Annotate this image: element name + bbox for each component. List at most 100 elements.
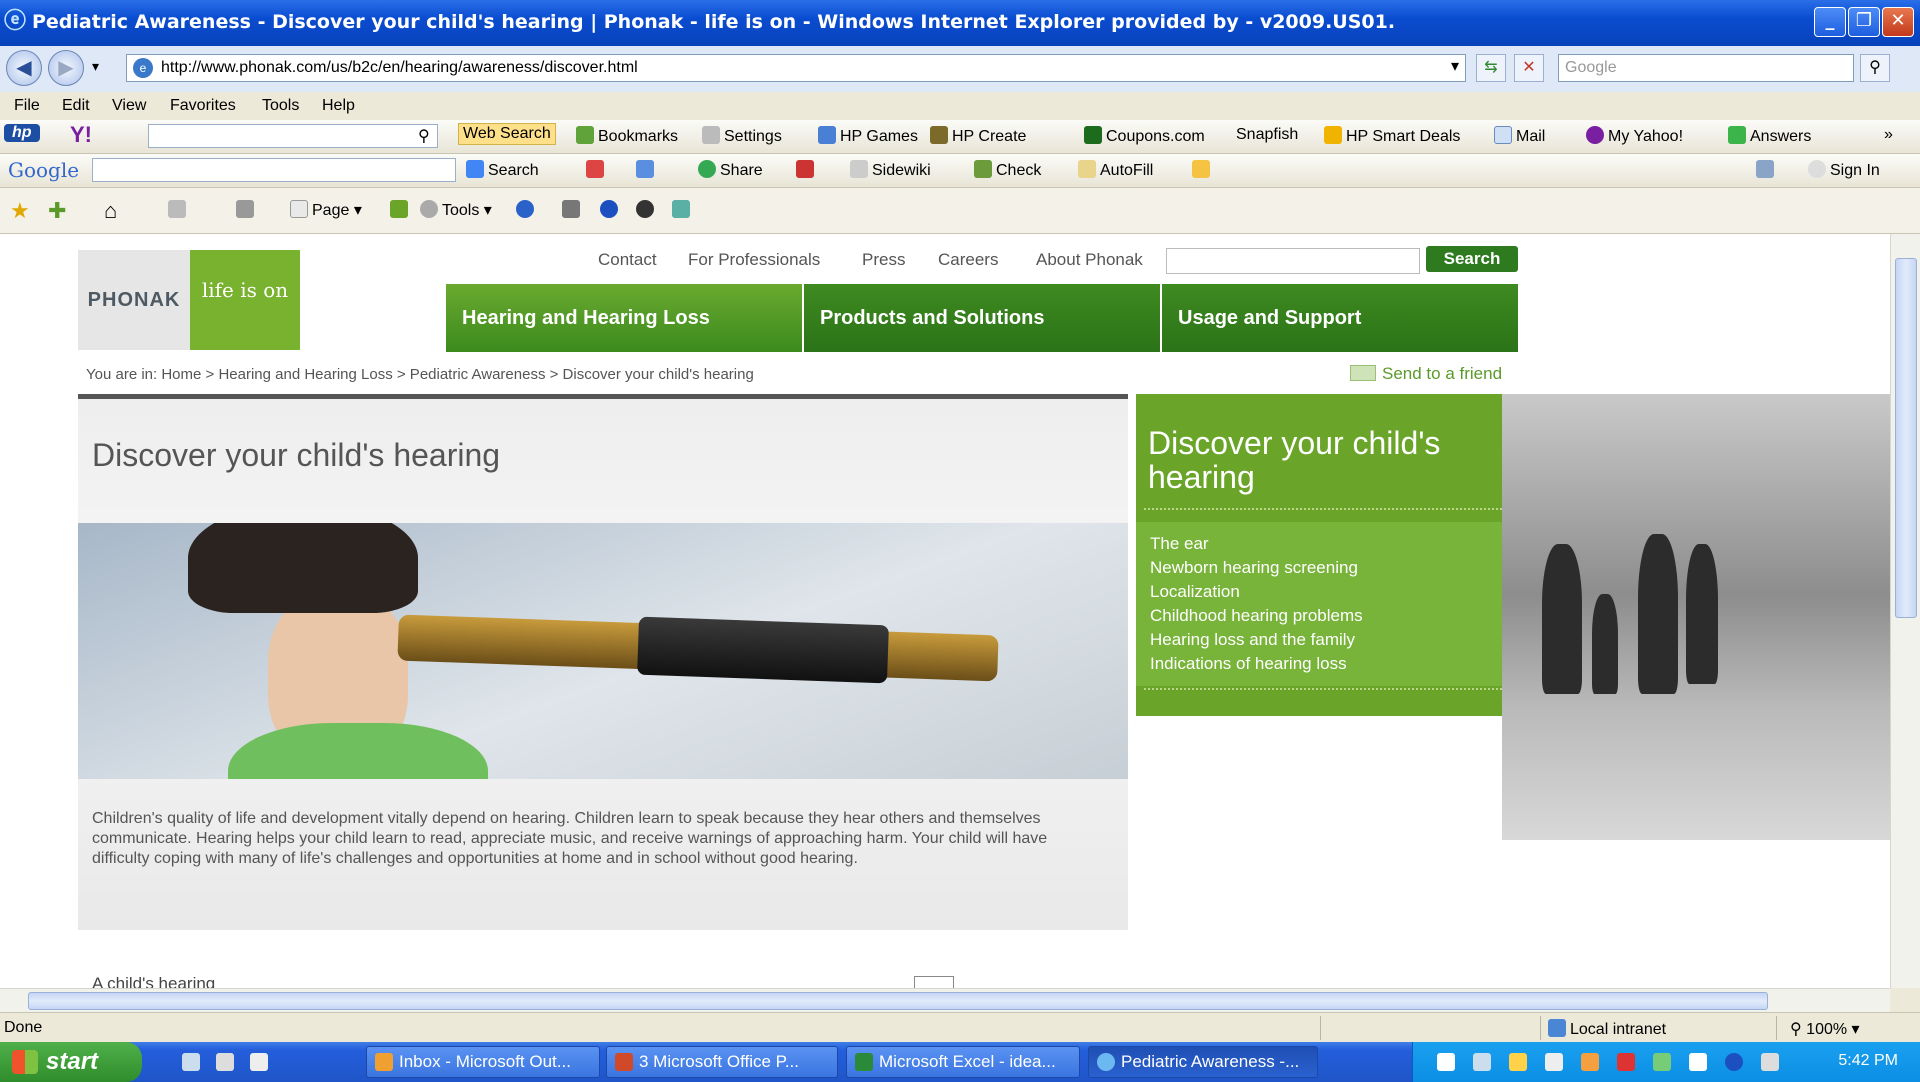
task-ie[interactable]: Pediatric Awareness -...: [1088, 1046, 1318, 1078]
signal-icon[interactable]: [1653, 1053, 1671, 1071]
research-tool-icon[interactable]: [562, 200, 584, 220]
google-logo[interactable]: Google: [8, 158, 79, 182]
refresh-icon[interactable]: ⇆: [1476, 54, 1506, 82]
spell-check-button[interactable]: Check: [974, 160, 1041, 180]
tray-icon[interactable]: [1581, 1053, 1599, 1071]
top-link-professionals[interactable]: For Professionals: [688, 250, 820, 270]
help-tray-icon[interactable]: [1437, 1053, 1455, 1071]
menu-help[interactable]: Help: [322, 97, 355, 115]
home-icon[interactable]: ⌂: [104, 198, 117, 224]
feeds-icon[interactable]: [168, 200, 190, 220]
nav-products[interactable]: Products and Solutions: [804, 284, 1160, 352]
quick-launch-icon[interactable]: [216, 1053, 234, 1071]
phonak-logo[interactable]: PHONAK life is on: [78, 250, 300, 350]
my-yahoo-button[interactable]: My Yahoo!: [1586, 126, 1683, 146]
snapfish-button[interactable]: Snapfish: [1236, 126, 1298, 144]
nav-hearing-loss[interactable]: Hearing and Hearing Loss: [446, 284, 802, 352]
page-menu[interactable]: Page ▾: [290, 200, 362, 220]
menu-file[interactable]: File: [14, 97, 40, 115]
tray-icon[interactable]: [1689, 1053, 1707, 1071]
hp-games-button[interactable]: HP Games: [818, 126, 918, 146]
history-dropdown-icon[interactable]: ▾: [92, 58, 99, 75]
task-outlook[interactable]: Inbox - Microsoft Out...: [366, 1046, 600, 1078]
sidebox-link[interactable]: Localization: [1150, 580, 1494, 604]
top-link-press[interactable]: Press: [862, 250, 905, 270]
tray-icon[interactable]: [1617, 1053, 1635, 1071]
address-dropdown-icon[interactable]: ▾: [1440, 54, 1470, 82]
sidewiki-button[interactable]: Sidewiki: [850, 160, 931, 180]
clock[interactable]: 5:42 PM: [1838, 1052, 1898, 1070]
coupons-button[interactable]: Coupons.com: [1084, 126, 1205, 146]
yahoo-logo-icon[interactable]: Y!: [70, 122, 92, 148]
menu-edit[interactable]: Edit: [62, 97, 90, 115]
media-placeholder-icon[interactable]: [914, 976, 954, 988]
breadcrumb[interactable]: You are in: Home > Hearing and Hearing L…: [86, 366, 754, 383]
popup-blocker-icon[interactable]: [796, 160, 818, 180]
quick-launch-icon[interactable]: [182, 1053, 200, 1071]
browser-search-input[interactable]: Google: [1558, 54, 1854, 82]
window-title-bar[interactable]: ⓔ Pediatric Awareness - Discover your ch…: [0, 0, 1920, 46]
sidebox-link[interactable]: Indications of hearing loss: [1150, 652, 1494, 676]
web-search-button[interactable]: Web Search: [458, 123, 556, 145]
task-excel[interactable]: Microsoft Excel - idea...: [846, 1046, 1080, 1078]
stop-icon[interactable]: ✕: [1514, 54, 1544, 82]
bookmarks-button[interactable]: Bookmarks: [576, 126, 678, 146]
network-icon[interactable]: [1473, 1053, 1491, 1071]
share-button[interactable]: Share: [698, 160, 763, 180]
google-search-input[interactable]: [92, 158, 456, 182]
menu-favorites[interactable]: Favorites: [170, 97, 236, 115]
autofill-button[interactable]: AutoFill: [1078, 160, 1153, 180]
tools-menu[interactable]: Tools ▾: [420, 200, 492, 220]
chevron-more-icon[interactable]: »: [1884, 126, 1893, 144]
magnifier-icon[interactable]: ⚲: [418, 126, 430, 146]
site-search-input[interactable]: [1166, 248, 1420, 274]
wrench-icon[interactable]: [1756, 160, 1778, 180]
add-favorites-icon[interactable]: ✚: [48, 198, 66, 224]
bluetooth-icon[interactable]: [600, 200, 622, 220]
horizontal-scrollbar[interactable]: [0, 988, 1890, 1012]
forward-button[interactable]: ▶: [48, 50, 84, 86]
send-to-friend-link[interactable]: Send to a friend: [1350, 364, 1502, 384]
research-icon[interactable]: [390, 200, 412, 220]
sign-in-button[interactable]: Sign In: [1808, 160, 1880, 180]
yahoo-search-input[interactable]: [148, 124, 438, 148]
menu-tools[interactable]: Tools: [262, 97, 299, 115]
close-button[interactable]: ✕: [1882, 7, 1914, 37]
plus-icon[interactable]: [636, 160, 658, 180]
google-search-button[interactable]: Search: [466, 160, 539, 180]
help-icon[interactable]: [516, 200, 538, 220]
messenger-icon[interactable]: [672, 200, 694, 220]
hp-smart-deals-button[interactable]: HP Smart Deals: [1324, 126, 1460, 146]
restore-button[interactable]: ❐: [1848, 7, 1880, 37]
top-link-contact[interactable]: Contact: [598, 250, 657, 270]
hp-logo-icon[interactable]: hp: [4, 124, 40, 142]
answers-button[interactable]: Answers: [1728, 126, 1811, 146]
sidebox-link[interactable]: The ear: [1150, 532, 1494, 556]
address-bar[interactable]: e http://www.phonak.com/us/b2c/en/hearin…: [126, 54, 1466, 82]
bluetooth-tray-icon[interactable]: [1725, 1053, 1743, 1071]
menu-view[interactable]: View: [112, 97, 146, 115]
nav-usage-support[interactable]: Usage and Support: [1162, 284, 1518, 352]
zoom-level[interactable]: ⚲ 100% ▾: [1790, 1019, 1860, 1039]
search-icon[interactable]: ⚲: [1860, 54, 1890, 82]
top-link-about[interactable]: About Phonak: [1036, 250, 1143, 270]
quick-launch-icon[interactable]: [250, 1053, 268, 1071]
sidebox-link[interactable]: Childhood hearing problems: [1150, 604, 1494, 628]
top-link-careers[interactable]: Careers: [938, 250, 998, 270]
minimize-button[interactable]: _: [1814, 7, 1846, 37]
back-button[interactable]: ◀: [6, 50, 42, 86]
vertical-scrollbar[interactable]: [1890, 234, 1920, 988]
sidebox-link[interactable]: Newborn hearing screening: [1150, 556, 1494, 580]
volume-icon[interactable]: [1545, 1053, 1563, 1071]
bookmark-star-icon[interactable]: [586, 160, 608, 180]
print-icon[interactable]: [236, 200, 258, 220]
hp-create-button[interactable]: HP Create: [930, 126, 1026, 146]
site-search-button[interactable]: Search: [1426, 246, 1518, 272]
start-button[interactable]: start: [0, 1042, 142, 1082]
favorites-star-icon[interactable]: ★: [10, 198, 30, 224]
mail-button[interactable]: Mail: [1494, 126, 1545, 146]
settings-button[interactable]: Settings: [702, 126, 782, 146]
vertical-scroll-thumb[interactable]: [1895, 258, 1917, 618]
tray-icon[interactable]: [1509, 1053, 1527, 1071]
task-office[interactable]: 3 Microsoft Office P...: [606, 1046, 838, 1078]
